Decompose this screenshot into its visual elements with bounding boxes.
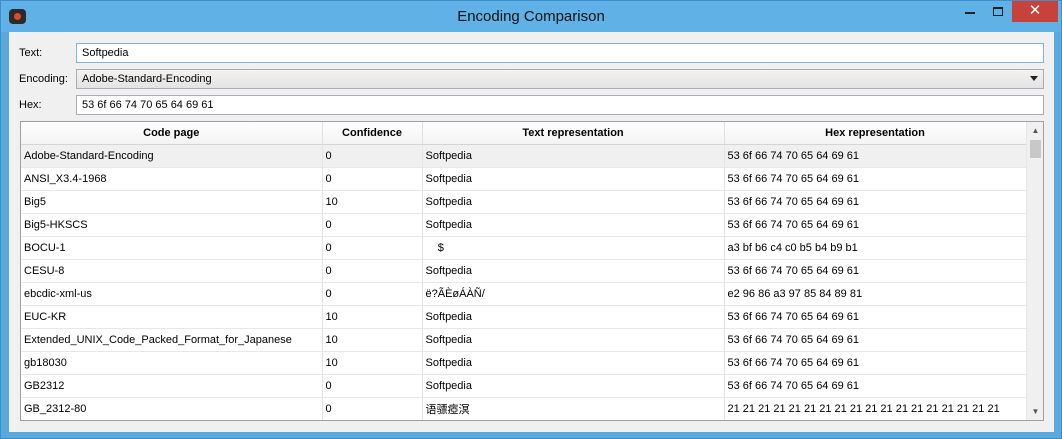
column-header-text-representation[interactable]: Text representation [422, 122, 725, 145]
cell-hex-representation: 53 6f 66 74 70 65 64 69 61 [724, 213, 1027, 237]
cell-confidence: 0 [322, 144, 423, 168]
cell-text-representation: Softpedia [422, 259, 725, 283]
table-row[interactable]: BOCU-1 0 $ a3 bf b6 c4 c0 b5 b4 b9 b1 [21, 236, 1027, 260]
scroll-up-icon[interactable]: ▲ [1027, 122, 1043, 139]
cell-hex-representation: a3 bf b6 c4 c0 b5 b4 b9 b1 [724, 236, 1027, 260]
table-row[interactable]: CESU-8 0 Softpedia 53 6f 66 74 70 65 64 69 … [21, 259, 1027, 283]
cell-code-page: Extended_UNIX_Code_Packed_Format_for_Jap… [21, 328, 323, 352]
close-button[interactable]: ✕ [1012, 1, 1058, 22]
cell-confidence: 0 [322, 167, 423, 191]
table-row[interactable]: Extended_UNIX_Code_Packed_Format_for_Jap… [21, 328, 1027, 352]
cell-hex-representation: e2 96 86 a3 97 85 84 89 81 [724, 282, 1027, 306]
encoding-grid: Code page Confidence Text representation… [21, 122, 1027, 420]
table-row[interactable]: GB2312 0 Softpedia 53 6f 66 74 70 65 64 69 … [21, 374, 1027, 398]
cell-text-representation: Softpedia [422, 144, 725, 168]
table-header-row: Code page Confidence Text representation… [21, 122, 1027, 145]
cell-hex-representation: 53 6f 66 74 70 65 64 69 61 [724, 305, 1027, 329]
cell-code-page: gb18030 [21, 351, 323, 375]
cell-confidence: 10 [322, 351, 423, 375]
cell-text-representation: Softpedia [422, 305, 725, 329]
cell-text-representation: ë?ÃÈøÁÀÑ/ [422, 282, 725, 306]
table-row[interactable]: Adobe-Standard-Encoding 0 Softpedia 53 6f 6… [21, 144, 1027, 168]
encoding-label: Encoding: [19, 73, 68, 85]
close-icon: ✕ [1028, 2, 1042, 19]
table-row[interactable]: gb18030 10 Softpedia 53 6f 66 74 70 65 64 6… [21, 351, 1027, 375]
cell-text-representation: Softpedia [422, 374, 725, 398]
text-input[interactable]: Softpedia [76, 43, 1044, 63]
cell-hex-representation: 53 6f 66 74 70 65 64 69 61 [724, 259, 1027, 283]
encoding-select[interactable]: Adobe-Standard-Encoding [76, 69, 1044, 89]
cell-text-representation: Softpedia [422, 351, 725, 375]
cell-hex-representation: 21 21 21 21 21 21 21 21 21 21 21 21 21 2… [724, 397, 1027, 420]
scroll-down-icon[interactable]: ▼ [1027, 403, 1043, 420]
column-header-code-page[interactable]: Code page [21, 122, 323, 145]
cell-confidence: 0 [322, 282, 423, 306]
table-row[interactable]: EUC-KR 10 Softpedia 53 6f 66 74 70 65 64 69… [21, 305, 1027, 329]
scrollbar-thumb[interactable] [1030, 140, 1041, 158]
cell-text-representation: 语骠瘂溟 [422, 397, 725, 420]
title-bar[interactable]: Encoding Comparison ✕ [1, 1, 1061, 32]
hex-input[interactable]: 53 6f 66 74 70 65 64 69 61 [76, 95, 1044, 115]
table-row[interactable]: ebcdic-xml-us 0 ë?ÃÈøÁÀÑ/e2 96 86 a3 97 85… [21, 282, 1027, 306]
window-title: Encoding Comparison [457, 8, 605, 25]
cell-text-representation: $ [422, 236, 725, 260]
table-row[interactable]: ANSI_X3.4-1968 0 Softpedia 53 6f 66 74 70 6… [21, 167, 1027, 191]
cell-code-page: ANSI_X3.4-1968 [21, 167, 323, 191]
cell-code-page: BOCU-1 [21, 236, 323, 260]
column-header-hex-representation[interactable]: Hex representation [724, 122, 1027, 145]
cell-code-page: GB2312 [21, 374, 323, 398]
main-panel: Text: Softpedia Encoding: Adobe-Standard… [9, 32, 1054, 432]
text-label: Text: [19, 47, 43, 59]
cell-code-page: Adobe-Standard-Encoding [21, 144, 323, 168]
cell-confidence: 10 [322, 305, 423, 329]
table-row[interactable]: Big5 10 Softpedia 53 6f 66 74 70 65 64 69 6… [21, 190, 1027, 214]
cell-confidence: 0 [322, 374, 423, 398]
encoding-selected-value: Adobe-Standard-Encoding [82, 73, 212, 85]
cell-code-page: ebcdic-xml-us [21, 282, 323, 306]
cell-confidence: 10 [322, 190, 423, 214]
cell-confidence: 0 [322, 213, 423, 237]
table-row[interactable]: GB_2312-80 0 语骠瘂溟 21 21 21 21 21 21 21 21 2… [21, 397, 1027, 420]
minimize-icon [965, 11, 975, 14]
minimize-button[interactable] [956, 1, 984, 22]
cell-text-representation: Softpedia [422, 213, 725, 237]
maximize-icon [993, 7, 1003, 17]
cell-text-representation: Softpedia [422, 328, 725, 352]
cell-code-page: GB_2312-80 [21, 397, 323, 420]
cell-code-page: EUC-KR [21, 305, 323, 329]
cell-hex-representation: 53 6f 66 74 70 65 64 69 61 [724, 374, 1027, 398]
chevron-down-icon [1030, 76, 1038, 81]
cell-code-page: Big5-HKSCS [21, 213, 323, 237]
cell-hex-representation: 53 6f 66 74 70 65 64 69 61 [724, 144, 1027, 168]
encoding-table: Code page Confidence Text representation… [20, 121, 1044, 421]
cell-confidence: 10 [322, 328, 423, 352]
cell-confidence: 0 [322, 397, 423, 420]
cell-code-page: Big5 [21, 190, 323, 214]
cell-hex-representation: 53 6f 66 74 70 65 64 69 61 [724, 167, 1027, 191]
cell-hex-representation: 53 6f 66 74 70 65 64 69 61 [724, 351, 1027, 375]
app-window: Encoding Comparison ✕ Text: Softpedia En… [0, 0, 1062, 439]
maximize-button[interactable] [984, 1, 1012, 22]
cell-confidence: 0 [322, 236, 423, 260]
table-row[interactable]: Big5-HKSCS 0 Softpedia 53 6f 66 74 70 65 64… [21, 213, 1027, 237]
cell-text-representation: Softpedia [422, 167, 725, 191]
cell-text-representation: Softpedia [422, 190, 725, 214]
hex-label: Hex: [19, 99, 42, 111]
column-header-confidence[interactable]: Confidence [322, 122, 423, 145]
vertical-scrollbar[interactable]: ▲ ▼ [1026, 122, 1043, 420]
cell-hex-representation: 53 6f 66 74 70 65 64 69 61 [724, 190, 1027, 214]
cell-hex-representation: 53 6f 66 74 70 65 64 69 61 [724, 328, 1027, 352]
cell-code-page: CESU-8 [21, 259, 323, 283]
cell-confidence: 0 [322, 259, 423, 283]
